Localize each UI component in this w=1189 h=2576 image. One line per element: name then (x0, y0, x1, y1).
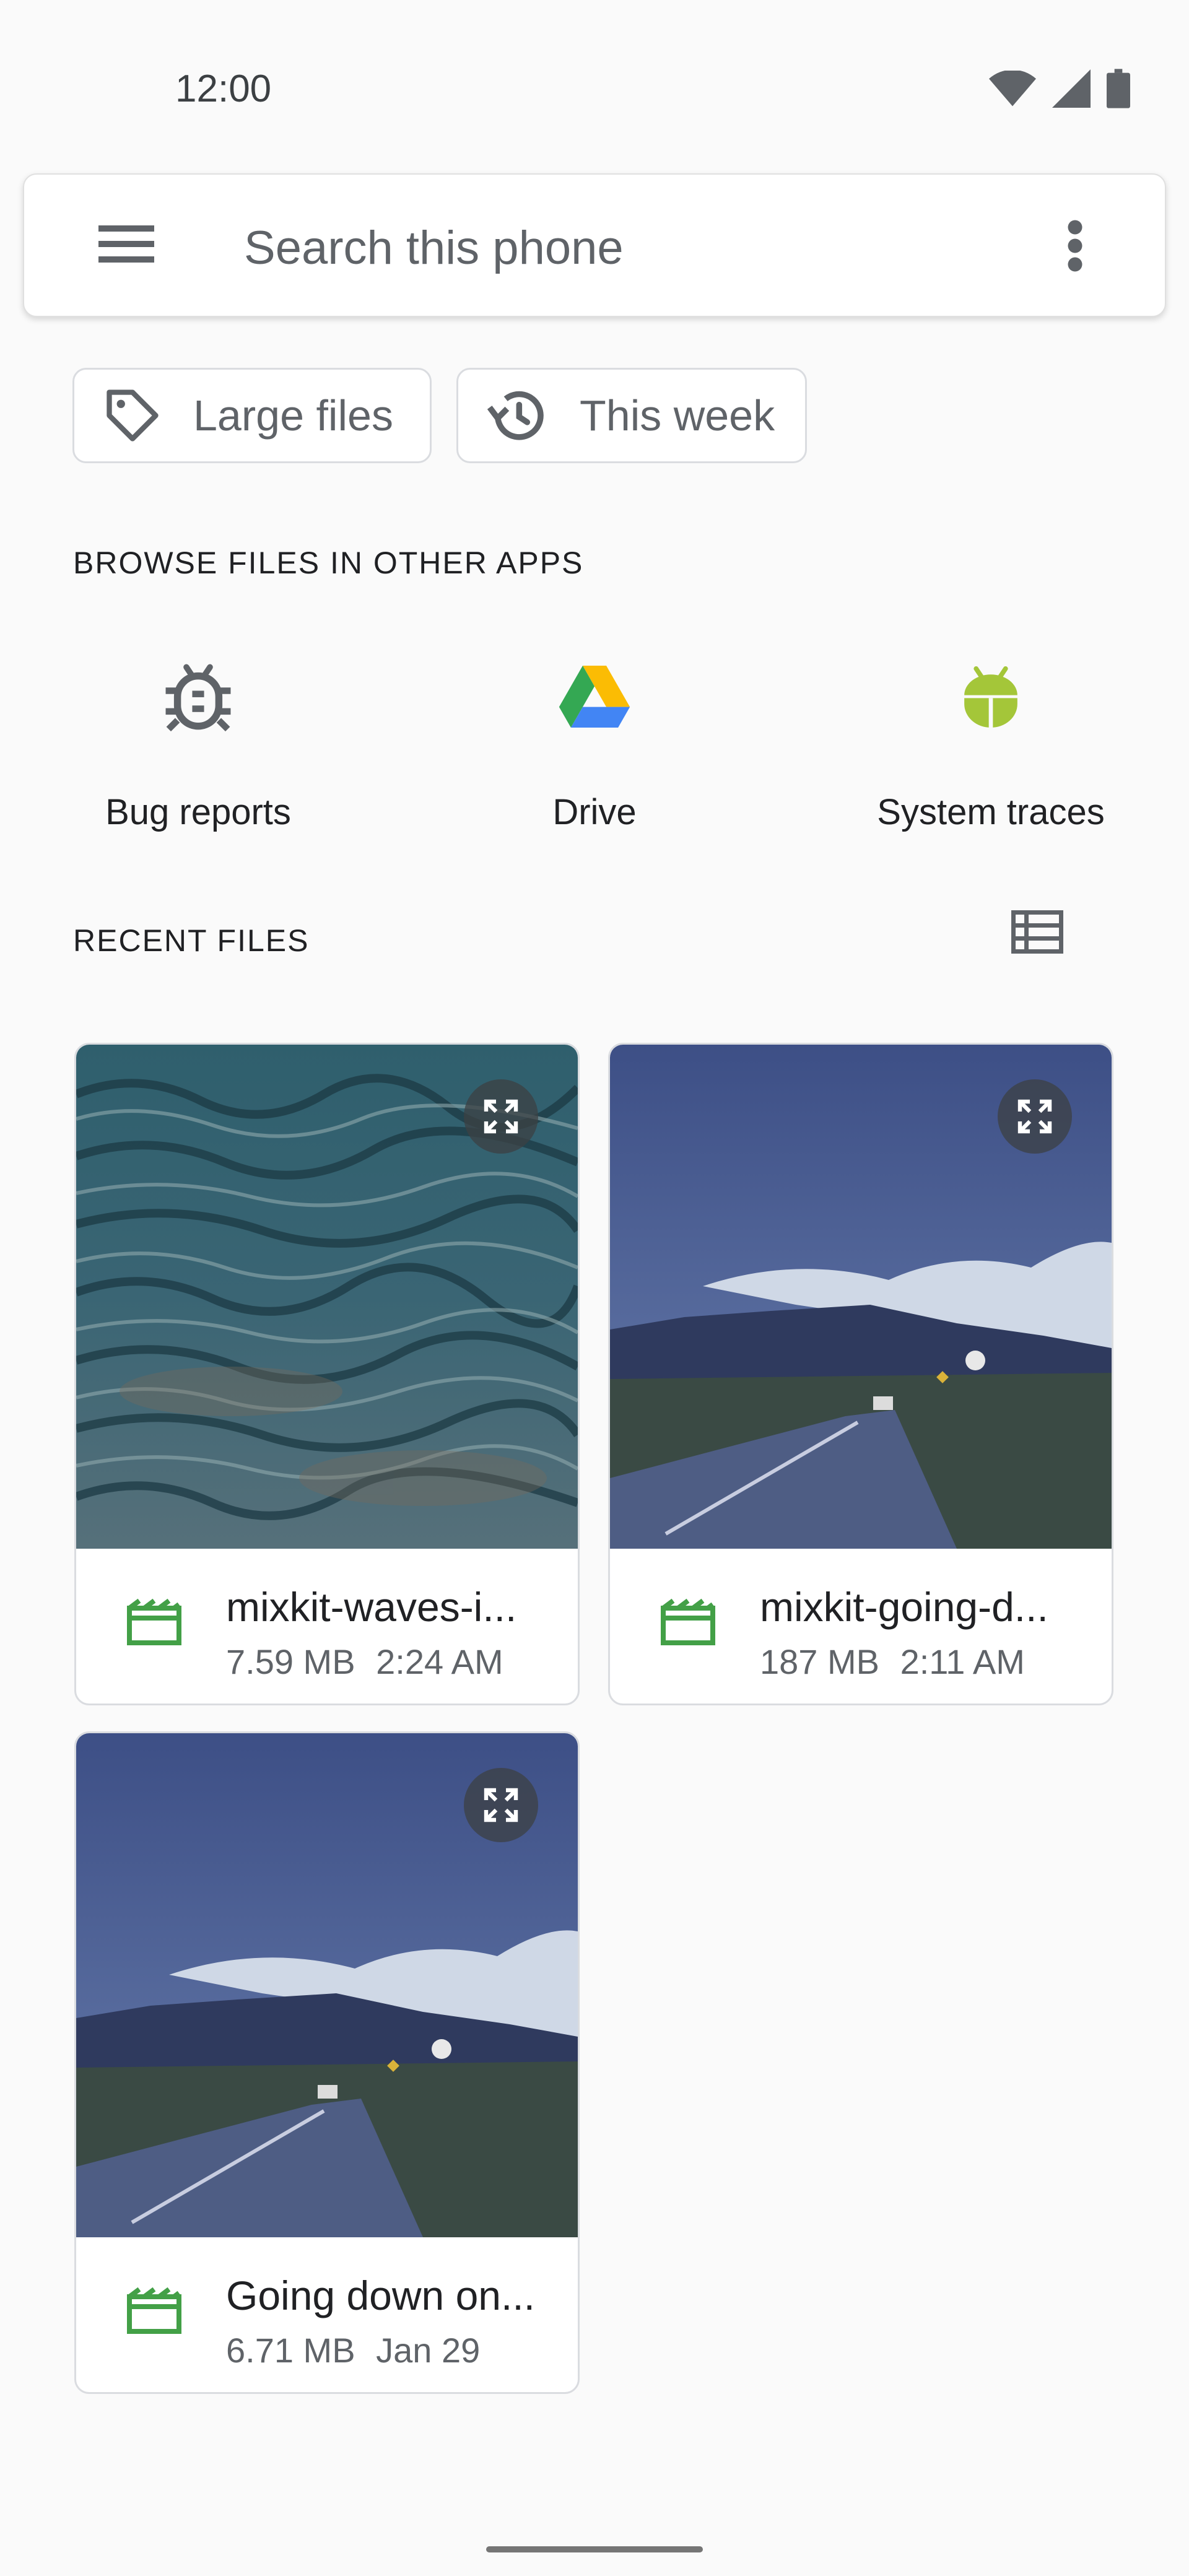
chip-label: Large files (193, 391, 393, 440)
app-bug-reports[interactable]: Bug reports (0, 650, 396, 833)
app-system-traces[interactable]: System traces (793, 650, 1189, 833)
file-info: Going down on... 6.71 MB Jan 29 (76, 2237, 578, 2392)
fullscreen-icon[interactable] (998, 1079, 1072, 1154)
file-name: mixkit-waves-i... (226, 1584, 517, 1630)
label-tag-icon (102, 385, 163, 446)
video-file-icon (124, 2287, 184, 2339)
signal-icon (1052, 69, 1091, 111)
android-icon (793, 650, 1189, 743)
file-name: mixkit-going-d... (760, 1584, 1048, 1630)
list-view-icon[interactable] (1011, 910, 1073, 966)
status-bar-time: 12:00 (175, 67, 272, 110)
chip-label: This week (580, 391, 775, 440)
video-file-icon (658, 1598, 718, 1651)
file-card[interactable]: Going down on... 6.71 MB Jan 29 (74, 1731, 580, 2394)
file-size: 7.59 MB (226, 1642, 355, 1681)
wifi-icon (989, 69, 1036, 110)
menu-icon[interactable] (98, 224, 167, 274)
video-file-icon (124, 1598, 184, 1651)
recent-section-header: RECENT FILES (73, 923, 310, 958)
fullscreen-icon[interactable] (464, 1079, 538, 1154)
history-icon (484, 383, 549, 448)
search-input[interactable]: Search this phone (244, 221, 624, 275)
file-date: Jan 29 (376, 2331, 481, 2370)
file-info: mixkit-going-d... 187 MB 2:11 AM (610, 1549, 1112, 1704)
video-thumbnail[interactable] (76, 1733, 578, 2237)
file-date: 2:11 AM (900, 1642, 1025, 1681)
file-name: Going down on... (226, 2273, 535, 2318)
this-week-chip[interactable]: This week (456, 368, 807, 463)
battery-icon (1107, 68, 1130, 112)
app-label: System traces (877, 792, 1105, 832)
drive-icon (396, 650, 793, 743)
file-meta: 6.71 MB Jan 29 (226, 2330, 480, 2370)
app-label: Bug reports (105, 792, 291, 832)
video-thumbnail[interactable] (610, 1045, 1112, 1549)
app-label: Drive (552, 792, 637, 832)
file-info: mixkit-waves-i... 7.59 MB 2:24 AM (76, 1549, 578, 1704)
search-bar[interactable]: Search this phone (23, 173, 1166, 317)
browse-section-header: BROWSE FILES IN OTHER APPS (73, 546, 584, 580)
fullscreen-icon[interactable] (464, 1768, 538, 1842)
more-vert-icon[interactable] (1066, 218, 1103, 280)
file-meta: 7.59 MB 2:24 AM (226, 1642, 503, 1682)
file-meta: 187 MB 2:11 AM (760, 1642, 1025, 1682)
file-size: 6.71 MB (226, 2331, 355, 2370)
gesture-nav-handle[interactable] (486, 2546, 703, 2552)
video-thumbnail[interactable] (76, 1045, 578, 1549)
large-files-chip[interactable]: Large files (72, 368, 432, 463)
file-card[interactable]: mixkit-waves-i... 7.59 MB 2:24 AM (74, 1043, 580, 1705)
file-date: 2:24 AM (376, 1642, 503, 1681)
file-size: 187 MB (760, 1642, 879, 1681)
file-card[interactable]: mixkit-going-d... 187 MB 2:11 AM (608, 1043, 1113, 1705)
bug-icon (0, 650, 396, 743)
status-bar-icons (989, 68, 1130, 112)
app-drive[interactable]: Drive (396, 650, 793, 833)
